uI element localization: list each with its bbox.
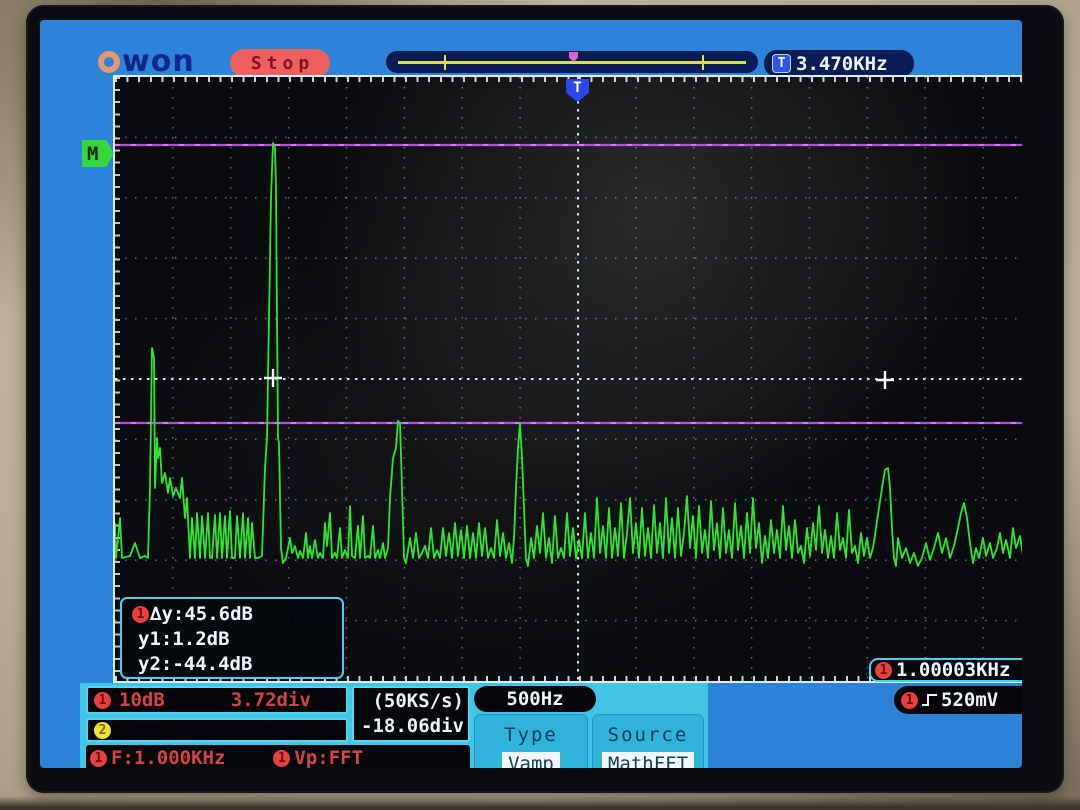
display-grid: T 1∆y:45.6dB y1:1.2dB y2:-44.4dB 1 1.000… (113, 75, 1022, 683)
cursor-cross-icon (264, 369, 282, 387)
trigger-freq-readout: T 3.470KHz (764, 50, 914, 77)
rising-edge-icon (921, 692, 938, 709)
stop-button[interactable]: Stop (230, 49, 330, 77)
freq-measure-bar: 1 F:1.000KHz 1 Vp:FFT (86, 745, 470, 768)
cursor-freq-readout: 1 1.00003KHz (869, 658, 1022, 682)
ch1-position: 3.72div (231, 689, 311, 711)
sample-info-box: (50KS/s) -18.06div (352, 686, 470, 742)
scope-screen: won Stop T 3.470KHz T 1∆y:45.6dB y1:1.2d… (40, 20, 1022, 768)
sample-rate: (50KS/s) (372, 689, 464, 714)
math-position-marker[interactable]: M (82, 140, 114, 167)
menu-source-value: MathFFT (602, 752, 694, 768)
menu-type-value: Vamp (502, 752, 560, 768)
fft-trace (115, 143, 1022, 566)
trigger-freq-value: 3.470KHz (796, 53, 888, 75)
trigger-level-readout: 1 520mV (894, 686, 1022, 714)
ch1-scale: 10dB (119, 689, 165, 711)
ch2-status-box: 2 (86, 718, 348, 742)
record-left-tick (444, 55, 446, 70)
menu-source-label: Source (608, 724, 689, 746)
photo-bottom-shadow (0, 796, 1080, 810)
measure-y1: y1:1.2dB (132, 627, 342, 652)
ch2-badge: 2 (94, 722, 111, 739)
measure-y2: y2:-44.4dB (132, 652, 342, 677)
trigger-level-badge: 1 (901, 692, 918, 709)
vp-badge: 1 (273, 750, 290, 767)
fft-chart (115, 77, 1022, 681)
trigger-level-value: 520mV (941, 689, 998, 711)
sample-position: -18.06div (361, 714, 464, 739)
record-position-line (398, 61, 746, 64)
cursor-freq-badge: 1 (875, 662, 892, 679)
cursor-cross-icon (876, 371, 894, 389)
record-position-bar[interactable] (386, 51, 758, 73)
freq-measure-value: F:1.000KHz (111, 747, 225, 768)
freq-measure-badge: 1 (90, 750, 107, 767)
ch1-badge: 1 (94, 692, 111, 709)
logo-o-icon (98, 51, 120, 73)
trigger-icon: T (772, 54, 791, 73)
ch1-status-box: 1 10dB 3.72div (86, 686, 348, 714)
measure-channel-badge: 1 (132, 606, 149, 623)
fft-hz-per-div: 500Hz (474, 686, 596, 712)
menu-type-button[interactable]: Type Vamp (474, 714, 588, 768)
brand-logo: won (98, 46, 195, 78)
vp-value: Vp:FFT (294, 747, 363, 768)
cursor-measure-box: 1∆y:45.6dB y1:1.2dB y2:-44.4dB (120, 597, 344, 679)
measure-delta-y: ∆y:45.6dB (150, 602, 253, 627)
menu-type-label: Type (504, 724, 558, 746)
menu-source-button[interactable]: Source MathFFT (592, 714, 704, 768)
logo-text: won (122, 49, 195, 75)
cursor-freq-value: 1.00003KHz (896, 659, 1010, 681)
record-right-tick (702, 55, 704, 70)
